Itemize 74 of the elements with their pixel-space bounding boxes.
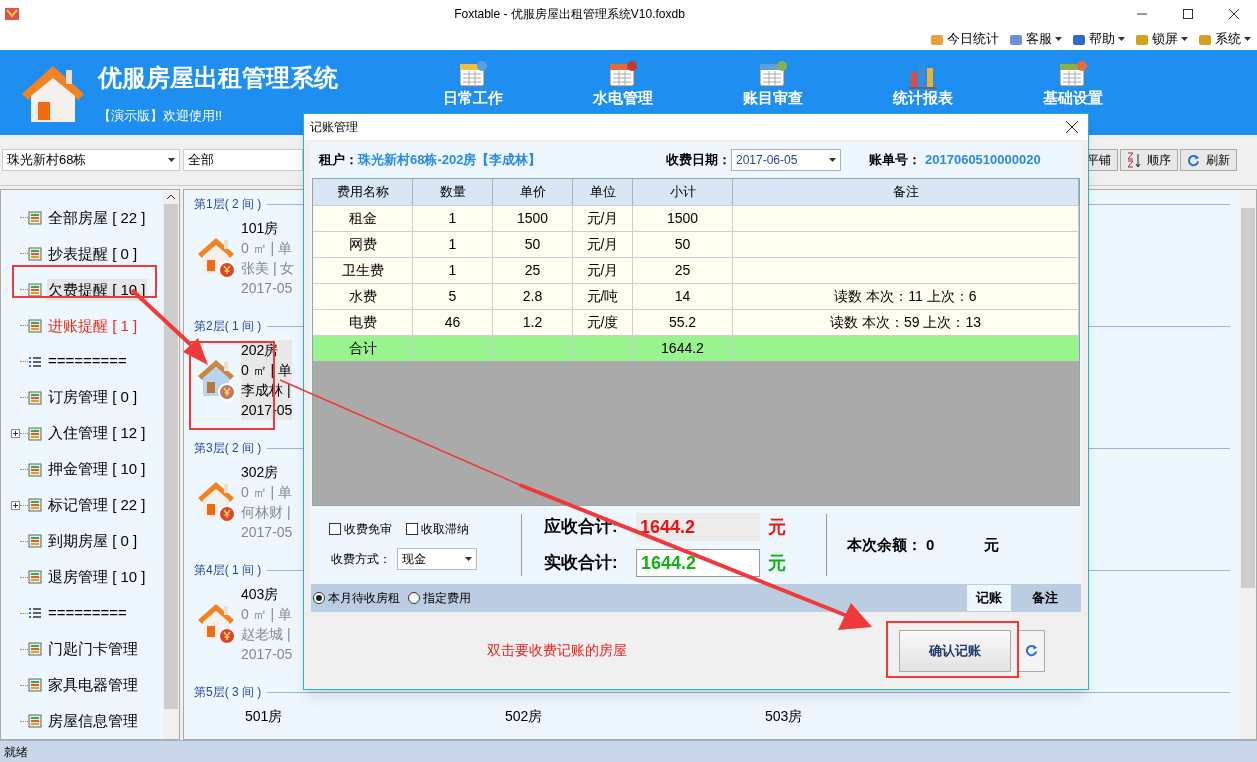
payment-dropdown[interactable]: 现金 (397, 548, 477, 570)
toolbar-button[interactable]: 顺序 (1120, 149, 1178, 171)
menu-item[interactable]: 锁屏 (1135, 29, 1188, 49)
app-subtitle: 【演示版】欢迎使用!! (98, 106, 224, 125)
table-cell: 合计 (313, 336, 413, 361)
tenant-label: 租户： (319, 151, 358, 170)
room-tenant: 赵老城 | (241, 625, 292, 644)
confirm-button[interactable]: 确认记账 (899, 629, 1011, 672)
separator-label: ========= (47, 351, 128, 372)
room-name: 502房 (505, 707, 543, 726)
room-area: 0 ㎡ | 单 (241, 604, 293, 624)
sidebar-item[interactable]: 抄表提醒 [ 0 ] (47, 242, 139, 266)
dialog-title: 记账管理 (310, 119, 359, 136)
date-label: 收费日期： (666, 151, 731, 170)
payment-label: 收费方式： (331, 551, 391, 568)
sidebar-item[interactable]: 退房管理 [ 10 ] (47, 566, 147, 589)
room-tenant: 何林财 | (241, 503, 292, 522)
room-name: 302房 (241, 463, 280, 482)
status-text: 就绪 (4, 743, 28, 761)
floor-label: 第1层( 2 间 ) (194, 196, 262, 213)
floor-label: 第5层( 3 间 ) (194, 684, 262, 701)
sidebar-item[interactable]: 门匙门卡管理 (47, 637, 139, 661)
sidebar-item[interactable]: 入住管理 [ 12 ] (47, 422, 147, 445)
balance-label: 本次余额： (847, 534, 922, 555)
hint-text: 双击要收费记账的房屋 (487, 641, 627, 660)
sidebar-item[interactable]: 全部房屋 [ 22 ] (47, 206, 147, 230)
tab[interactable]: 记账 (967, 585, 1011, 611)
room-name: 403房 (241, 585, 280, 604)
room-name: 101房 (241, 219, 280, 238)
due-amount: 1644.2 (636, 513, 760, 541)
menu-item[interactable]: 客服 (1009, 29, 1062, 49)
option-checkbox[interactable]: 收取滞纳 (406, 520, 469, 538)
balance-unit: 元 (984, 534, 999, 555)
menu-item[interactable]: 系统 (1198, 29, 1251, 49)
tab[interactable]: 备注 (1023, 585, 1067, 611)
paid-label: 实收合计: (544, 552, 619, 575)
room-area: 0 ㎡ | 单 (241, 238, 295, 258)
sidebar-item[interactable]: 房屋信息管理 (47, 709, 139, 733)
date-dropdown[interactable]: 2017-06-05 (731, 149, 841, 171)
table-cell: 1644.2 (633, 336, 733, 361)
floor-label: 第4层( 1 间 ) (194, 562, 262, 579)
sidebar-item[interactable]: 标记管理 [ 22 ] (47, 494, 147, 517)
sidebar-item[interactable]: 到期房屋 [ 0 ] (47, 530, 139, 553)
window-title: Foxtable - 优服房屋出租管理系统V10.foxdb (453, 6, 686, 23)
room-date: 2017-05 (241, 279, 294, 298)
floor-label: 第3层( 2 间 ) (194, 440, 262, 457)
radio-label: 本月待收房租 (328, 590, 400, 607)
paid-unit: 元 (768, 551, 786, 575)
room-date: 2017-05 (241, 645, 293, 664)
room-tenant: 张美 | 女 (241, 259, 295, 278)
bill-value: 2017060510000020 (925, 151, 1041, 170)
room-name: 501房 (245, 707, 283, 726)
room-date: 2017-05 (241, 523, 293, 542)
app-title: 优服房屋出租管理系统 (98, 62, 339, 93)
sidebar-item[interactable]: 家具电器管理 (47, 673, 139, 697)
menu-item[interactable]: 今日统计 (930, 29, 999, 49)
filter-dropdown[interactable]: 全部 (183, 149, 303, 171)
balance-amount: 0 (926, 534, 936, 555)
sidebar-item[interactable]: 押金管理 [ 10 ] (47, 458, 147, 481)
menu-item[interactable]: 帮助 (1072, 29, 1125, 49)
room-area: 0 ㎡ | 单 (241, 360, 293, 380)
room-name: 503房 (765, 707, 803, 726)
separator-label: ========= (47, 603, 128, 624)
option-checkbox[interactable]: 收费免审 (329, 520, 392, 538)
radio-label: 指定费用 (423, 590, 471, 607)
bill-label: 账单号： (869, 151, 921, 170)
due-unit: 元 (768, 515, 786, 539)
sidebar-item[interactable]: 进账提醒 [ 1 ] (47, 314, 139, 338)
room-area: 0 ㎡ | 单 (241, 482, 293, 502)
tenant-value: 珠光新村68栋-202房【李成林】 (358, 151, 543, 170)
sidebar-item[interactable]: 订房管理 [ 0 ] (47, 386, 139, 409)
building-dropdown[interactable]: 珠光新村68栋 (2, 149, 180, 171)
toolbar-button[interactable]: 刷新 (1180, 149, 1237, 171)
floor-label: 第2层( 1 间 ) (194, 318, 262, 335)
